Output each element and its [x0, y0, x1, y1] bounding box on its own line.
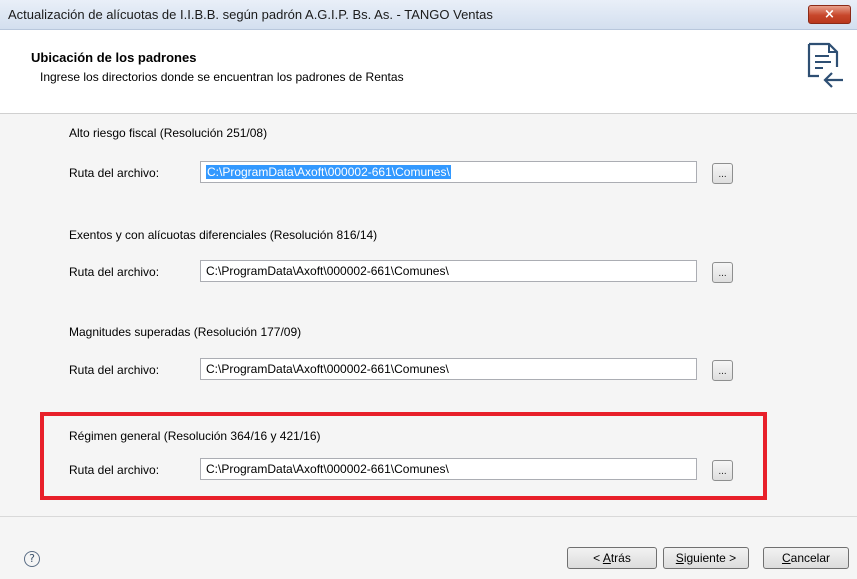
- group-magnitudes-label: Magnitudes superadas (Resolución 177/09): [69, 325, 302, 339]
- ruta-label: Ruta del archivo:: [69, 166, 160, 180]
- ruta-label: Ruta del archivo:: [69, 363, 160, 377]
- cancel-button[interactable]: Cancelar: [763, 547, 849, 569]
- wizard-footer: ? < Atrás Siguiente > Cancelar: [0, 516, 857, 579]
- exentos-path-input[interactable]: C:\ProgramData\Axoft\000002-661\Comunes\: [200, 260, 697, 282]
- window-title: Actualización de alícuotas de I.I.B.B. s…: [8, 7, 493, 22]
- magnitudes-path-input[interactable]: C:\ProgramData\Axoft\000002-661\Comunes\: [200, 358, 697, 380]
- next-label: iguiente >: [683, 551, 737, 565]
- group-exentos-label: Exentos y con alícuotas diferenciales (R…: [69, 228, 378, 242]
- ruta-label: Ruta del archivo:: [69, 463, 160, 477]
- back-mnemonic: A: [602, 551, 611, 565]
- highlight-box: [40, 412, 767, 500]
- window-titlebar: Actualización de alícuotas de I.I.B.B. s…: [0, 0, 857, 30]
- cancel-label: ancelar: [790, 551, 831, 565]
- back-button[interactable]: < Atrás: [567, 547, 657, 569]
- alto-riesgo-browse-button[interactable]: ...: [712, 163, 733, 184]
- group-alto-riesgo-label: Alto riesgo fiscal (Resolución 251/08): [69, 126, 268, 140]
- regimen-general-browse-button[interactable]: ...: [712, 460, 733, 481]
- page-title: Ubicación de los padrones: [31, 50, 197, 65]
- cancel-mnemonic: C: [781, 551, 791, 565]
- page-subtitle: Ingrese los directorios donde se encuent…: [40, 70, 404, 84]
- exentos-browse-button[interactable]: ...: [712, 262, 733, 283]
- help-icon[interactable]: ?: [24, 551, 40, 567]
- next-mnemonic: S: [675, 551, 684, 565]
- wizard-header: Ubicación de los padrones Ingrese los di…: [0, 30, 857, 114]
- selected-path-text: C:\ProgramData\Axoft\000002-661\Comunes\: [206, 165, 451, 179]
- document-import-icon: [807, 42, 843, 88]
- magnitudes-browse-button[interactable]: ...: [712, 360, 733, 381]
- close-icon: ×: [824, 7, 835, 22]
- next-button[interactable]: Siguiente >: [663, 547, 749, 569]
- regimen-general-path-input[interactable]: C:\ProgramData\Axoft\000002-661\Comunes\: [200, 458, 697, 480]
- close-button[interactable]: ×: [808, 5, 851, 24]
- group-regimen-general-label: Régimen general (Resolución 364/16 y 421…: [69, 429, 321, 443]
- alto-riesgo-path-input[interactable]: C:\ProgramData\Axoft\000002-661\Comunes\: [200, 161, 697, 183]
- back-prefix: <: [593, 551, 603, 565]
- back-label: trás: [610, 551, 631, 565]
- ruta-label: Ruta del archivo:: [69, 265, 160, 279]
